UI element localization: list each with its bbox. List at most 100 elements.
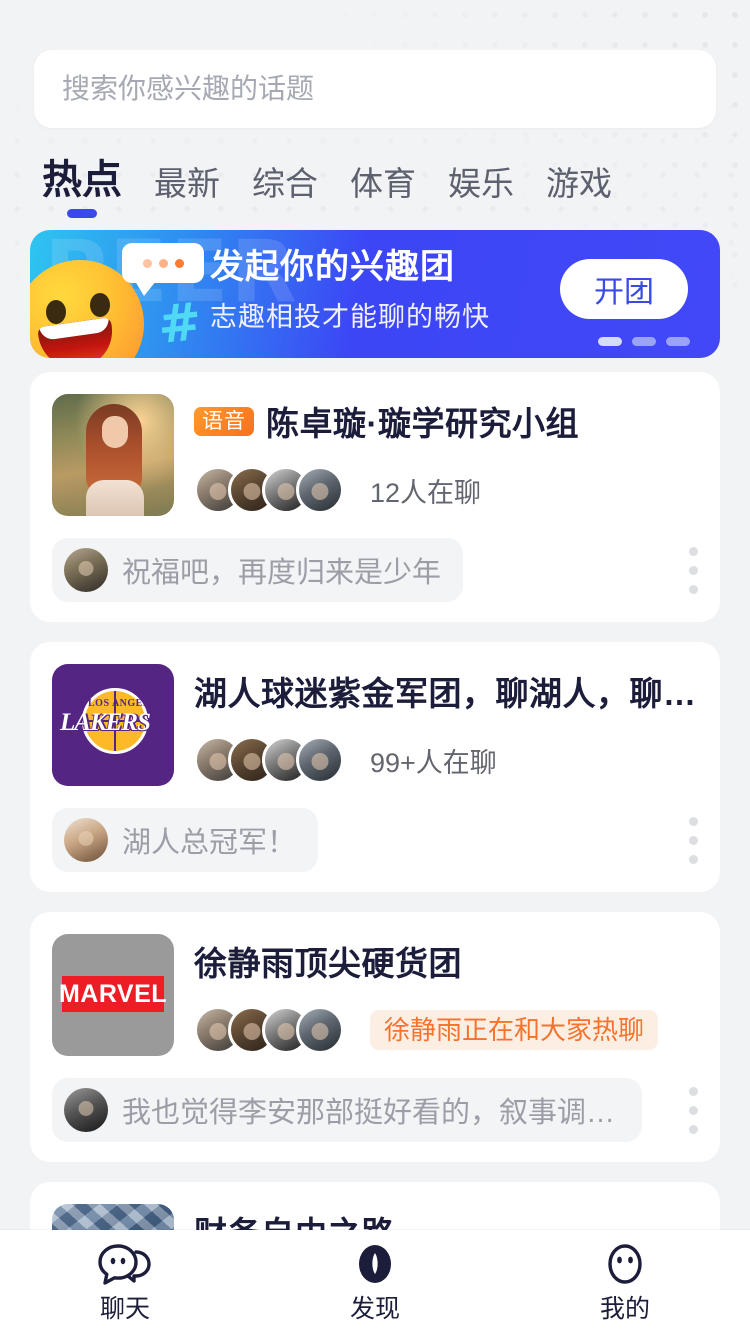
more-dot [689,1105,698,1115]
latest-message-text: 湖人总冠军！ [122,827,297,859]
more-dot [689,1124,698,1134]
tab-general-label: 综合 [252,165,318,202]
card-title: 陈卓璇·璇学研究小组 [266,405,579,442]
tab-newest[interactable]: 最新 [154,167,220,220]
promo-banner-section: PEER # 发起你的兴趣团 志趣相投才能聊的畅快 开团 [0,220,750,358]
tab-newest-label: 最新 [154,165,220,202]
tabbar-label-discover: 发现 [349,1295,400,1323]
card-title-row: 湖人球迷紫金军团，聊湖人，聊… [194,668,698,714]
tabbar-label-profile: 我的 [599,1295,650,1323]
discover-compass-icon [359,1245,391,1283]
card-thumbnail: MARVEL [52,934,174,1056]
banner-pagination-dots [598,337,690,346]
avatar [296,736,344,784]
speech-bubble-icon [122,243,204,296]
tab-hot-label: 热点 [42,158,122,202]
chat-bubbles-icon [98,1244,151,1285]
card-title: 湖人球迷紫金军团，聊湖人，聊… [194,675,697,712]
tab-sports[interactable]: 体育 [350,167,416,220]
card-message-row: 祝福吧，再度归来是少年 [52,538,698,602]
card-title-row: 语音 陈卓璇·璇学研究小组 [194,398,698,444]
participant-count: 99+人在聊 [370,747,497,778]
thumb-label: LAKERS [60,709,151,736]
tab-games-label: 游戏 [546,165,612,202]
banner-dot-2[interactable] [632,337,656,346]
group-card[interactable]: LOS ANGELES LAKERS 湖人球迷紫金军团，聊湖人，聊… 99+人在… [30,642,720,892]
search-box[interactable] [34,50,716,128]
latest-message-bubble[interactable]: 祝福吧，再度归来是少年 [52,538,464,602]
hashtag-icon: # [154,291,205,357]
tabbar-item-discover[interactable]: 发现 [250,1230,500,1334]
latest-message-text: 祝福吧，再度归来是少年 [122,557,442,589]
latest-message-bubble[interactable]: 湖人总冠军！ [52,808,319,872]
message-avatar [64,548,108,592]
live-status-badge: 徐静雨正在和大家热聊 [370,1010,659,1050]
create-group-button[interactable]: 开团 [560,259,688,319]
card-meta-row: 99+人在聊 [194,736,698,784]
avatar-stack [194,736,344,784]
voice-badge: 语音 [194,406,254,436]
group-card[interactable]: MARVEL 徐静雨顶尖硬货团 徐静雨正在和大家热聊 我也觉得李安那部挺好看的，… [30,912,720,1162]
tabbar-item-chat[interactable]: 聊天 [0,1230,250,1334]
thumb-face-shape [102,416,128,448]
card-thumbnail [52,394,174,516]
avatar [296,466,344,514]
avatar [296,1006,344,1054]
tab-active-indicator [67,209,97,218]
card-body: 湖人球迷紫金军团，聊湖人，聊… 99+人在聊 [194,664,698,786]
app-screen: 热点 最新 综合 体育 娱乐 游戏 PEER [0,0,750,1334]
card-meta-row: 12人在聊 [194,466,698,514]
tabbar-label-chat: 聊天 [99,1295,150,1323]
tab-sports-label: 体育 [350,165,416,202]
more-dot [689,816,698,826]
profile-face-icon [608,1244,642,1284]
speech-dot-2 [158,258,168,268]
card-title: 徐静雨顶尖硬货团 [194,945,462,982]
banner-subtitle: 志趣相投才能聊的畅快 [210,302,490,333]
card-header: 语音 陈卓璇·璇学研究小组 12人在聊 [52,394,698,516]
card-body: 徐静雨顶尖硬货团 徐静雨正在和大家热聊 [194,934,698,1056]
tab-general[interactable]: 综合 [252,167,318,220]
banner-dot-1[interactable] [598,337,622,346]
card-header: LOS ANGELES LAKERS 湖人球迷紫金军团，聊湖人，聊… 99+人在… [52,664,698,786]
speech-dot-3 [174,258,184,268]
marvel-logo-icon: MARVEL [58,976,168,1012]
more-dot [689,854,698,864]
promo-banner[interactable]: PEER # 发起你的兴趣团 志趣相投才能聊的畅快 开团 [30,230,720,358]
tab-entertainment[interactable]: 娱乐 [448,167,514,220]
more-dot [689,546,698,556]
more-options-icon[interactable] [663,1086,698,1134]
category-tabs: 热点 最新 综合 体育 娱乐 游戏 [0,128,750,220]
banner-text-block: 发起你的兴趣团 志趣相投才能聊的畅快 [210,248,490,334]
more-dot [689,835,698,845]
card-message-row: 湖人总冠军！ [52,808,698,872]
avatar-stack [194,466,344,514]
tab-entertainment-label: 娱乐 [448,165,514,202]
card-meta-row: 徐静雨正在和大家热聊 [194,1006,698,1054]
tab-games[interactable]: 游戏 [546,167,612,220]
bottom-tab-bar: 聊天 发现 我的 [0,1230,750,1334]
message-avatar [64,818,108,862]
thumb-dress-shape [86,480,144,516]
banner-dot-3[interactable] [666,337,690,346]
thumb-sublabel: LOS ANGELES [88,698,164,709]
more-options-icon[interactable] [663,546,698,594]
thumb-label: MARVEL [58,979,168,1008]
more-dot [689,1086,698,1096]
card-body: 语音 陈卓璇·璇学研究小组 12人在聊 [194,394,698,516]
group-card[interactable]: 语音 陈卓璇·璇学研究小组 12人在聊 祝福吧，再度归来是少年 [30,372,720,622]
more-dot [689,584,698,594]
card-thumbnail: LOS ANGELES LAKERS [52,664,174,786]
search-section [0,0,750,128]
tab-hot[interactable]: 热点 [42,160,122,220]
card-header: MARVEL 徐静雨顶尖硬货团 徐静雨正在和大家热聊 [52,934,698,1056]
card-title-row: 徐静雨顶尖硬货团 [194,938,698,984]
latest-message-bubble[interactable]: 我也觉得李安那部挺好看的，叙事调理… [52,1078,642,1142]
emoji-mouth [37,317,117,358]
more-options-icon[interactable] [663,816,698,864]
message-avatar [64,1088,108,1132]
tabbar-item-profile[interactable]: 我的 [500,1230,750,1334]
avatar-stack [194,1006,344,1054]
emoji-right-eye [90,293,110,317]
search-input[interactable] [62,73,688,105]
